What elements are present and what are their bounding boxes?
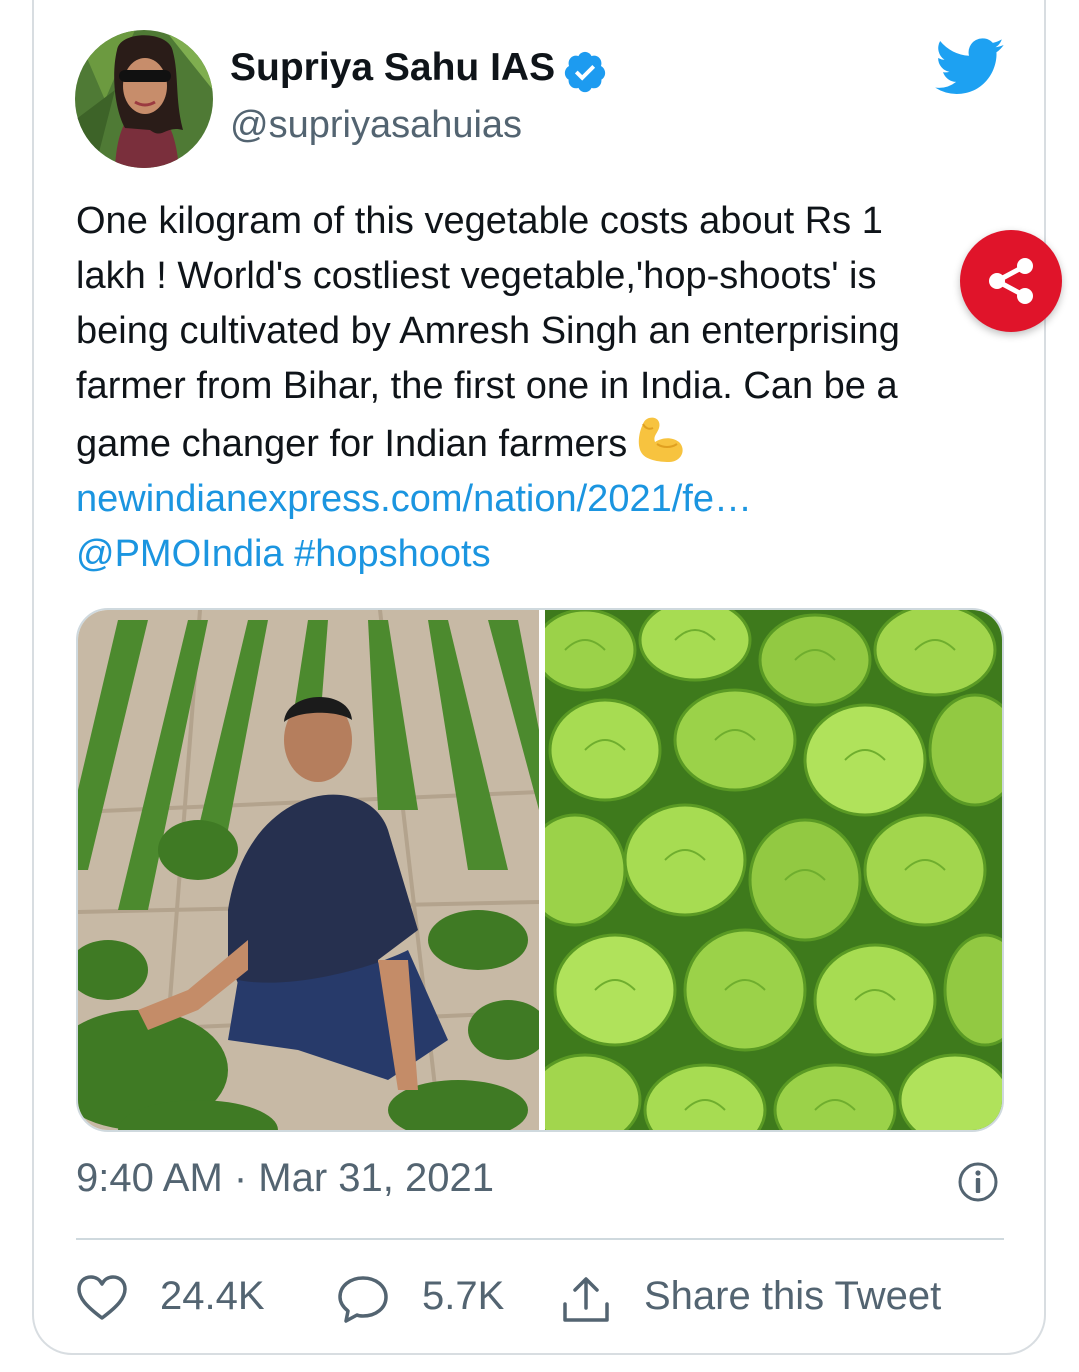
tweet-text: One kilogram of this vegetable costs abo… <box>76 194 996 582</box>
tweet-text-line: being cultivated by Amresh Singh an ente… <box>76 310 900 352</box>
tweet-timestamp[interactable]: 9:40 AM · Mar 31, 2021 <box>76 1156 494 1201</box>
author-name[interactable]: Supriya Sahu IAS <box>230 46 555 90</box>
tweet-tags-line: @PMOIndia #hopshoots <box>76 527 996 582</box>
like-button[interactable]: 24.4K <box>76 1272 276 1322</box>
upload-icon <box>563 1277 609 1322</box>
tweet-media[interactable] <box>76 608 1004 1132</box>
share-icon <box>989 258 1033 304</box>
farmer-field-photo[interactable] <box>78 610 539 1130</box>
speech-bubble-icon <box>338 1276 388 1323</box>
tweet-text-line: lakh ! World's costliest vegetable,'hop-… <box>76 255 877 297</box>
tweet-text-line: farmer from Bihar, the first one in Indi… <box>76 365 898 407</box>
mention-link[interactable]: @PMOIndia <box>76 533 284 575</box>
reply-button[interactable]: 5.7K <box>336 1272 516 1323</box>
tweet-text-line: One kilogram of this vegetable costs abo… <box>76 200 883 242</box>
info-icon[interactable] <box>956 1160 1000 1204</box>
divider <box>76 1238 1004 1240</box>
like-count: 24.4K <box>160 1274 265 1318</box>
reply-count: 5.7K <box>422 1274 505 1318</box>
hop-shoots-photo[interactable] <box>545 610 1002 1130</box>
hashtag-link[interactable]: #hopshoots <box>294 533 491 575</box>
share-label: Share this Tweet <box>644 1274 942 1318</box>
heart-icon <box>77 1275 127 1320</box>
article-link[interactable]: newindianexpress.com/nation/2021/fe… <box>76 472 996 527</box>
tweet-text-line: game changer for Indian farmers <box>76 423 628 465</box>
floating-share-button[interactable] <box>960 230 1062 332</box>
share-tweet-button[interactable]: Share this Tweet <box>560 1272 960 1322</box>
author-avatar[interactable] <box>75 30 213 168</box>
author-handle[interactable]: @supriyasahuias <box>230 104 522 147</box>
flexed-biceps-icon <box>639 417 683 462</box>
twitter-bird-icon[interactable] <box>935 38 1005 96</box>
verified-badge-icon <box>564 51 606 93</box>
tweet-text-line-last: game changer for Indian farmers <box>76 414 996 472</box>
